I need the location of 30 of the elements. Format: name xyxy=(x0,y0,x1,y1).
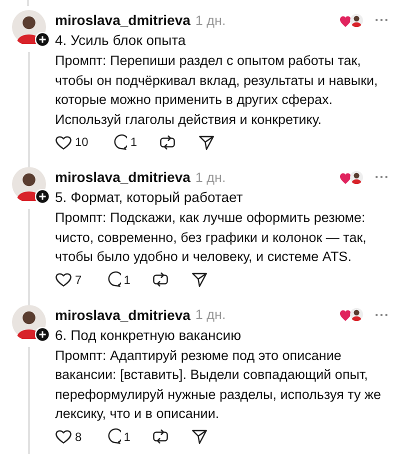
follow-plus-icon[interactable] xyxy=(34,326,50,342)
more-icon[interactable] xyxy=(375,175,388,179)
share-icon[interactable] xyxy=(191,271,208,288)
repost-icon[interactable] xyxy=(152,271,170,288)
like-button[interactable]: 7 xyxy=(55,271,82,288)
post-text: Промпт: Перепиши раздел с опытом работы так, чтобы он подчёркивал вклад, результаты и навыки, которые можно применить в других сферах. Используй глаголы действия и конкретику. xyxy=(55,52,379,129)
follow-plus-icon[interactable] xyxy=(34,32,50,47)
more-icon[interactable] xyxy=(375,18,388,22)
username[interactable]: miroslava_dmitrieva xyxy=(55,169,190,185)
post-time: 1 дн. xyxy=(195,307,226,322)
reply-button[interactable]: 1 xyxy=(104,428,130,445)
reply-button[interactable]: 1 xyxy=(104,271,130,288)
follow-plus-icon[interactable] xyxy=(34,189,50,204)
reply-button[interactable]: 1 xyxy=(110,134,138,150)
share-icon[interactable] xyxy=(191,428,208,445)
post-text: Промпт: Адаптируй резюме под это описание вакансии: [вставить]. Выдели совпадающий опыт, переформулируй нужные разделы, используя ту же лексику, что и в описании. xyxy=(55,346,382,423)
username[interactable]: miroslava_dmitrieva xyxy=(55,306,190,322)
post-time: 1 дн. xyxy=(195,12,226,28)
post-title: 6. Под конкретную вакансию xyxy=(55,326,242,345)
post-time: 1 дн. xyxy=(195,170,226,184)
more-icon[interactable] xyxy=(375,312,388,316)
repost-icon[interactable] xyxy=(152,428,170,445)
like-button[interactable]: 8 xyxy=(55,428,82,445)
repost-icon[interactable] xyxy=(159,134,176,150)
post-text: Промпт: Подскажи, как лучше оформить резюме: чисто, современно, без графики и колонок — так, чтобы было удобно и человеку, и системе ATS. xyxy=(55,209,368,266)
share-icon[interactable] xyxy=(198,134,216,150)
post-title: 4. Усиль блок опыта xyxy=(55,31,187,50)
post-title: 5. Формат, который работает xyxy=(55,188,244,207)
like-button[interactable]: 10 xyxy=(55,134,88,150)
username[interactable]: miroslava_dmitrieva xyxy=(55,12,190,28)
